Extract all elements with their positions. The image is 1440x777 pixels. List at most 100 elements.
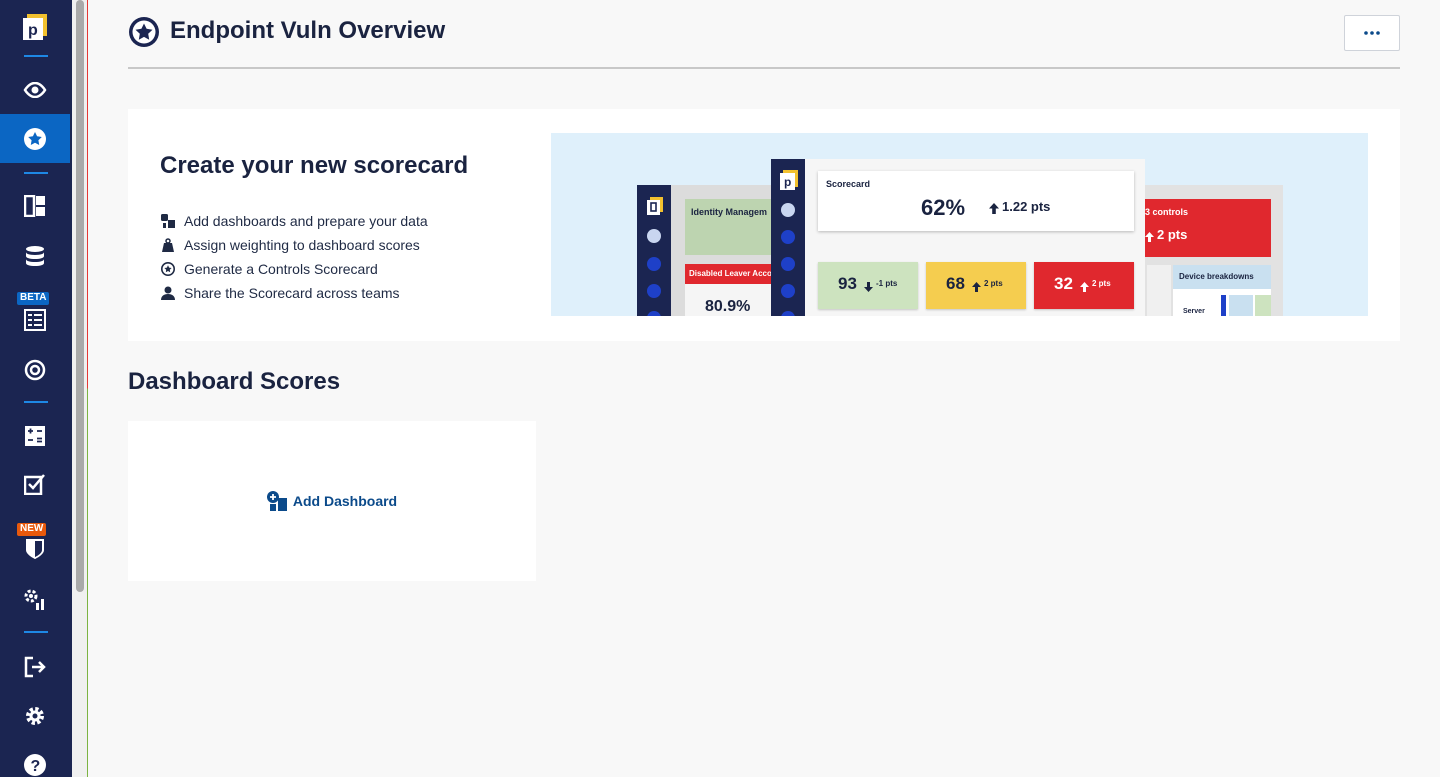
preview-dot [781, 284, 795, 298]
preview-tile-delta: -1 pts [876, 279, 898, 288]
more-icon [1364, 31, 1380, 35]
sidebar-item-help[interactable]: ? [0, 748, 70, 777]
sidebar-divider [24, 55, 48, 57]
preview-identity-label: Identity Managem [691, 207, 768, 217]
preview-dot [781, 203, 795, 217]
database-icon [24, 245, 46, 267]
create-scorecard-title: Create your new scorecard [160, 152, 469, 179]
weight-icon [160, 237, 176, 253]
preview-device-label: Device breakdowns [1179, 272, 1254, 281]
preview-controls-delta: 2 pts [1157, 227, 1188, 242]
logo-letter: p [28, 22, 38, 39]
beta-badge: BETA [17, 292, 50, 305]
star-circle-icon [160, 261, 176, 277]
preview-dot [781, 230, 795, 244]
sidebar-divider [24, 401, 48, 403]
sidebar-item-calculations[interactable] [0, 418, 70, 454]
sidebar-item-scorecards[interactable] [0, 114, 70, 163]
preview-controls-label: 3 controls [1145, 207, 1189, 217]
dashboard-layout-icon [24, 195, 46, 217]
preview-dot [647, 284, 661, 298]
step-label: Share the Scorecard across teams [184, 285, 400, 301]
preview-disabled-tile: 80.9% [685, 284, 777, 316]
shield-icon [25, 538, 45, 560]
preview-disabled-value: 80.9% [705, 298, 751, 315]
eye-icon [23, 82, 47, 98]
sidebar-item-security[interactable] [0, 536, 70, 562]
add-dashboard-button[interactable]: Add Dashboard [266, 491, 398, 511]
gear-icon [24, 705, 46, 727]
sidebar-item-admin[interactable] [0, 582, 70, 618]
header-divider [128, 67, 1400, 69]
checklist-icon [24, 309, 46, 331]
page-title: Endpoint Vuln Overview [170, 17, 446, 44]
sidebar-item-settings[interactable] [0, 698, 70, 734]
step-item: Assign weighting to dashboard scores [160, 236, 420, 254]
preview-device-bar [1229, 295, 1253, 316]
star-circle-icon [23, 127, 47, 151]
preview-scorecard-delta: 1.22 pts [1002, 199, 1051, 214]
add-dashboard-label: Add Dashboard [292, 493, 398, 509]
settings-chart-icon [24, 589, 46, 611]
preview-disabled-header: Disabled Leaver Acco [685, 264, 777, 284]
sidebar-item-targets[interactable] [0, 352, 70, 388]
dashboard-scores-title: Dashboard Scores [128, 368, 341, 395]
edge-line [87, 0, 88, 777]
step-label: Generate a Controls Scorecard [184, 261, 378, 277]
preview-logo-icon [647, 197, 663, 215]
step-label: Add dashboards and prepare your data [184, 213, 428, 229]
sidebar-item-overview[interactable] [0, 72, 70, 108]
more-options-button[interactable] [1344, 15, 1400, 51]
arrow-up-icon [972, 279, 981, 297]
preview-server-label: Server [1183, 308, 1205, 315]
preview-dot [647, 229, 661, 243]
preview-scorecard-value: 62% [921, 195, 966, 220]
sidebar-item-logout[interactable] [0, 649, 70, 685]
preview-controls-tile: 3 controls 2 pts [1131, 199, 1271, 257]
preview-device-bar [1221, 295, 1226, 316]
step-label: Assign weighting to dashboard scores [184, 237, 420, 253]
create-scorecard-card: Create your new scorecard Add dashboards… [128, 109, 1400, 341]
arrow-up-icon [1145, 229, 1154, 247]
add-dashboard-card: Add Dashboard [128, 421, 536, 581]
calculator-icon [24, 425, 46, 447]
scrollbar-thumb[interactable] [76, 0, 84, 592]
dashboard-add-icon [160, 213, 176, 229]
preview-tile-value: 93 [838, 274, 857, 293]
sidebar-item-tasks[interactable] [0, 466, 70, 502]
person-icon [160, 285, 176, 301]
logo-icon[interactable]: p [0, 10, 70, 44]
logout-icon [24, 656, 46, 678]
sidebar-item-dashboards[interactable] [0, 188, 70, 224]
sidebar-item-reports[interactable] [0, 305, 70, 335]
arrow-up-icon [1080, 279, 1089, 297]
sidebar-item-data[interactable] [0, 238, 70, 274]
preview-tile-delta: 2 pts [1092, 279, 1111, 288]
star-circle-icon [128, 16, 160, 48]
step-item: Share the Scorecard across teams [160, 284, 400, 302]
sidebar: p BETA NEW ? [0, 0, 72, 777]
preview-tile-value: 68 [946, 274, 965, 293]
preview-score-tile: 32 2 pts [1034, 262, 1134, 309]
preview-divider-tile [1147, 265, 1171, 316]
sidebar-divider [24, 172, 48, 174]
help-icon: ? [24, 754, 46, 776]
preview-scorecard-tile: Scorecard 62% 1.22 pts [818, 171, 1134, 231]
preview-score-tile: 93 -1 pts [818, 262, 918, 309]
preview-score-tile: 68 2 pts [926, 262, 1026, 309]
preview-device-bar [1255, 295, 1271, 316]
preview-disabled-label: Disabled Leaver Acco [689, 269, 772, 278]
preview-dot [647, 257, 661, 271]
arrow-down-icon [864, 279, 873, 297]
dashboard-add-icon [266, 491, 287, 511]
preview-tile-value: 32 [1054, 274, 1073, 293]
new-badge: NEW [17, 523, 47, 536]
arrow-up-icon [989, 201, 999, 219]
step-item: Generate a Controls Scorecard [160, 260, 378, 278]
preview-identity-tile: Identity Managem [685, 199, 777, 255]
svg-text:?: ? [31, 758, 41, 775]
checkbox-icon [24, 473, 46, 495]
preview-logo-letter: p [784, 175, 791, 189]
sidebar-divider [24, 631, 48, 633]
preview-device-tile: Device breakdowns Server [1173, 265, 1271, 316]
